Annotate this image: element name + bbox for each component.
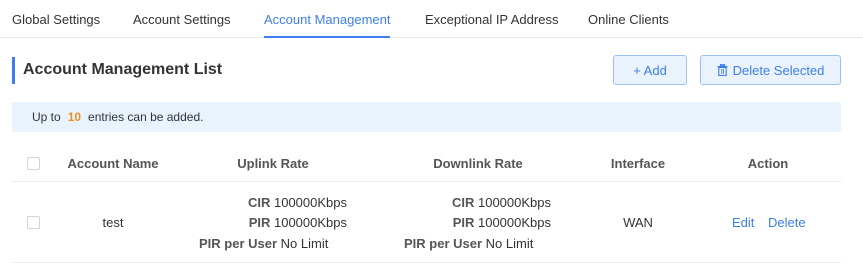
tab-online-clients[interactable]: Online Clients — [588, 12, 669, 27]
uplink-pir: PIR 100000Kbps — [248, 215, 347, 230]
page-title: Account Management List — [23, 61, 223, 78]
active-tab-indicator — [264, 36, 390, 38]
title-accent-bar — [12, 57, 15, 84]
tab-account-settings[interactable]: Account Settings — [133, 12, 231, 27]
downlink-pir: PIR 100000Kbps — [452, 215, 551, 230]
delete-link[interactable]: Delete — [768, 215, 806, 230]
uplink-cir: CIR 100000Kbps — [247, 195, 347, 210]
tab-exceptional-ip-address[interactable]: Exceptional IP Address — [425, 12, 558, 27]
edit-link[interactable]: Edit — [732, 215, 754, 230]
trash-icon — [717, 64, 728, 76]
downlink-pir-per-user: PIR per User No Limit — [404, 236, 534, 251]
notice-suffix: entries can be added. — [88, 110, 204, 124]
column-header-interface: Interface — [610, 156, 666, 171]
add-button-label: + Add — [633, 62, 667, 78]
add-button[interactable]: + Add — [613, 55, 687, 85]
column-header-account-name: Account Name — [67, 156, 159, 171]
interface-cell: WAN — [623, 215, 653, 230]
tab-bar: Global Settings Account Settings Account… — [0, 0, 863, 38]
row-divider — [12, 262, 841, 263]
notice-prefix: Up to — [32, 110, 61, 124]
entries-limit-notice: Up to 10 entries can be added. — [12, 102, 841, 132]
delete-selected-label: Delete Selected — [732, 62, 825, 78]
header-divider — [12, 181, 841, 182]
row-checkbox[interactable] — [27, 216, 40, 229]
delete-selected-button[interactable]: Delete Selected — [700, 55, 841, 85]
downlink-cir: CIR 100000Kbps — [451, 195, 551, 210]
column-header-action: Action — [747, 156, 789, 171]
account-name-cell: test — [102, 215, 124, 230]
select-all-checkbox[interactable] — [27, 157, 40, 170]
notice-count: 10 — [67, 110, 82, 124]
column-header-uplink-rate: Uplink Rate — [237, 156, 309, 171]
column-header-downlink-rate: Downlink Rate — [433, 156, 523, 171]
tab-global-settings[interactable]: Global Settings — [12, 12, 100, 27]
uplink-pir-per-user: PIR per User No Limit — [199, 236, 329, 251]
tab-account-management[interactable]: Account Management — [264, 12, 390, 27]
